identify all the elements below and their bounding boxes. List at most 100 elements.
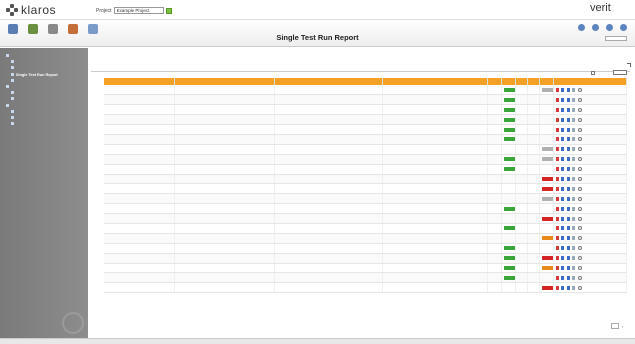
date-cell[interactable] (274, 144, 383, 155)
info-icon[interactable] (572, 107, 575, 112)
table-row[interactable] (104, 243, 627, 254)
bug-icon[interactable] (555, 167, 559, 172)
summary-cell[interactable] (174, 164, 275, 175)
search-icon[interactable] (577, 157, 582, 162)
info-icon[interactable] (572, 186, 575, 191)
date-cell[interactable] (274, 272, 383, 284)
summary-cell[interactable] (174, 94, 275, 106)
settings-icon[interactable] (592, 24, 599, 31)
edit-icon[interactable] (561, 157, 564, 162)
version-cell[interactable] (382, 144, 488, 155)
column-header[interactable] (515, 78, 528, 85)
print-icon[interactable] (606, 24, 613, 31)
version-cell[interactable] (382, 223, 488, 234)
edit-icon[interactable] (561, 226, 564, 231)
bug-icon[interactable] (555, 226, 559, 231)
table-row[interactable] (104, 203, 627, 215)
summary-cell[interactable] (174, 154, 275, 165)
info-icon[interactable] (572, 275, 575, 280)
bug-icon[interactable] (555, 127, 559, 132)
info-icon[interactable] (572, 137, 575, 142)
info-icon[interactable] (572, 256, 575, 261)
view-icon[interactable] (566, 265, 570, 270)
search-icon[interactable] (577, 167, 582, 172)
search-icon[interactable] (577, 147, 582, 152)
sidebar-item[interactable] (11, 122, 16, 126)
edit-icon[interactable] (561, 265, 564, 270)
search-icon[interactable] (577, 87, 582, 92)
table-row[interactable] (104, 174, 627, 185)
bug-icon[interactable] (555, 216, 559, 221)
sidebar-item[interactable] (6, 103, 11, 107)
view-icon[interactable] (566, 127, 570, 132)
table-row[interactable] (104, 272, 627, 284)
page-number-input[interactable] (610, 323, 619, 329)
bug-icon[interactable] (555, 246, 559, 251)
summary-cell[interactable] (174, 263, 275, 274)
version-cell[interactable] (382, 213, 488, 224)
version-cell[interactable] (382, 114, 488, 126)
info-icon[interactable] (572, 265, 575, 270)
view-icon[interactable] (566, 206, 570, 211)
view-icon[interactable] (566, 196, 570, 201)
view-icon[interactable] (566, 226, 570, 231)
date-cell[interactable] (274, 282, 383, 294)
view-icon[interactable] (566, 147, 570, 152)
edit-icon[interactable] (561, 196, 564, 201)
search-icon[interactable] (577, 236, 582, 241)
column-header[interactable] (553, 78, 627, 85)
info-icon[interactable] (572, 167, 575, 172)
version-cell[interactable] (382, 193, 488, 205)
search-icon[interactable] (577, 196, 582, 201)
search-icon[interactable] (577, 246, 582, 251)
project-select[interactable]: Example Project (113, 7, 164, 14)
info-icon[interactable] (572, 236, 575, 241)
view-icon[interactable] (566, 275, 570, 280)
table-row[interactable] (104, 213, 627, 224)
edit-icon[interactable] (561, 97, 564, 102)
date-cell[interactable] (274, 193, 383, 205)
edit-icon[interactable] (561, 275, 564, 280)
date-cell[interactable] (274, 94, 383, 106)
summary-cell[interactable] (174, 144, 275, 155)
edit-icon[interactable] (561, 206, 564, 211)
edit-icon[interactable] (561, 236, 564, 241)
bug-icon[interactable] (555, 157, 559, 162)
brand[interactable]: klaros (6, 3, 56, 17)
version-cell[interactable] (382, 134, 488, 145)
view-icon[interactable] (566, 186, 570, 191)
version-cell[interactable] (382, 233, 488, 244)
date-cell[interactable] (274, 134, 383, 145)
bug-icon[interactable] (555, 107, 559, 112)
info-icon[interactable] (572, 206, 575, 211)
summary-cell[interactable] (174, 272, 275, 284)
items-per-page-select[interactable] (613, 70, 627, 75)
bug-icon[interactable] (555, 206, 559, 211)
summary-cell[interactable] (174, 223, 275, 234)
table-row[interactable] (104, 104, 627, 116)
view-icon[interactable] (566, 157, 570, 162)
column-header[interactable] (539, 78, 554, 85)
help-icon[interactable] (578, 24, 585, 31)
edit-icon[interactable] (561, 216, 564, 221)
version-cell[interactable] (382, 243, 488, 254)
edit-icon[interactable] (561, 117, 564, 122)
view-icon[interactable] (566, 236, 570, 241)
search-icon[interactable] (577, 275, 582, 280)
summary-cell[interactable] (174, 233, 275, 244)
info-icon[interactable] (572, 157, 575, 162)
table-row[interactable] (104, 154, 627, 165)
sidebar-item[interactable] (6, 85, 11, 88)
version-cell[interactable] (382, 104, 488, 116)
table-row[interactable] (104, 282, 627, 294)
date-cell[interactable] (274, 253, 383, 264)
version-cell[interactable] (382, 124, 488, 135)
summary-cell[interactable] (174, 282, 275, 294)
date-cell[interactable] (274, 154, 383, 165)
date-cell[interactable] (274, 114, 383, 126)
table-row[interactable] (104, 114, 627, 126)
table-row[interactable] (104, 164, 627, 175)
info-icon[interactable] (572, 147, 575, 152)
view-icon[interactable] (566, 285, 570, 290)
search-icon[interactable] (577, 127, 582, 132)
